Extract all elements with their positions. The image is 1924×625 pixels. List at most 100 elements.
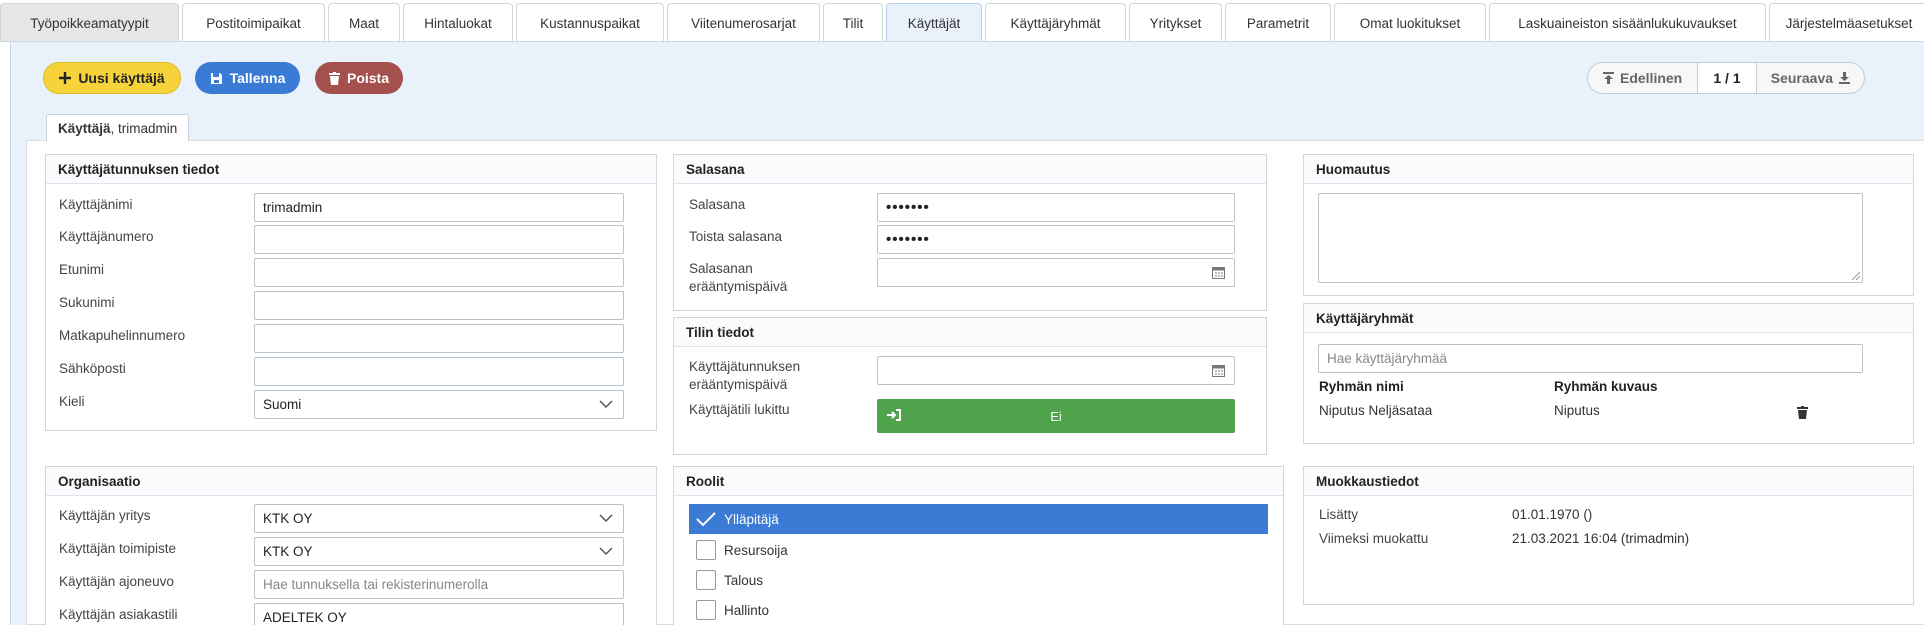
tab-tyopoikkeamatyypit[interactable]: Työpoikkeamatyypit [0, 3, 179, 41]
tab-jarjestelmaasetukset[interactable]: Järjestelmäasetukset [1769, 3, 1924, 41]
column-header-group-description: Ryhmän kuvaus [1554, 379, 1658, 394]
account-title: Tilin tiedot [674, 318, 1266, 347]
trash-icon [328, 71, 340, 85]
resize-handle-icon[interactable] [1852, 272, 1860, 280]
password-title: Salasana [674, 155, 1266, 184]
record-tab[interactable]: Käyttäjä, trimadmin [46, 114, 190, 142]
vehicle-search-input[interactable]: Hae tunnuksella tai rekisterinumerolla [254, 570, 624, 599]
repeat-password-label: Toista salasana [689, 229, 783, 244]
company-select[interactable]: KTK OY [254, 504, 624, 533]
tab-omat-luokitukset[interactable]: Omat luokitukset [1334, 3, 1486, 41]
tab-yritykset[interactable]: Yritykset [1129, 3, 1222, 41]
account-expiry-date-input[interactable] [877, 356, 1235, 385]
role-checkbox[interactable] [696, 600, 716, 620]
role-item-talous[interactable]: Talous [689, 565, 1268, 595]
main-tab-bar: Työpoikkeamatyypit Postitoimipaikat Maat… [0, 0, 1924, 42]
tab-viitenumerosarjat[interactable]: Viitenumerosarjat [667, 3, 820, 41]
save-button[interactable]: Tallenna [195, 62, 300, 94]
group-row-description: Niputus [1554, 403, 1600, 418]
added-label: Lisätty [1319, 507, 1359, 522]
usernumber-input[interactable] [254, 225, 624, 254]
calendar-icon [1212, 365, 1225, 377]
role-checkbox[interactable] [696, 540, 716, 560]
new-user-label: Uusi käyttäjä [78, 70, 165, 86]
last-modified-value: 21.03.2021 16:04 (trimadmin) [1512, 531, 1690, 546]
lastname-input[interactable] [254, 291, 624, 320]
user-groups-title: Käyttäjäryhmät [1304, 304, 1913, 333]
office-select[interactable]: KTK OY [254, 537, 624, 566]
last-page-icon [1839, 72, 1851, 84]
user-group-search-input[interactable]: Hae käyttäjäryhmää [1318, 344, 1863, 373]
checkmark-icon [696, 512, 716, 527]
tab-maat[interactable]: Maat [328, 3, 400, 41]
tab-kayttajaryhmat[interactable]: Käyttäjäryhmät [985, 3, 1126, 41]
username-input[interactable]: trimadmin [254, 193, 624, 222]
record-entity: Käyttäjä [58, 121, 111, 136]
chevron-down-icon [599, 514, 613, 523]
role-label: Ylläpitäjä [724, 511, 779, 527]
password-label: Salasana [689, 197, 746, 212]
record-name: , trimadmin [110, 121, 178, 136]
lastname-label: Sukunimi [59, 295, 115, 310]
role-label: Hallinto [724, 602, 770, 618]
tab-tilit[interactable]: Tilit [823, 3, 883, 41]
email-label: Sähköposti [59, 361, 126, 376]
page-count: 1 / 1 [1697, 63, 1757, 93]
company-label: Käyttäjän yritys [59, 508, 151, 523]
password-expiry-label: Salasanan erääntymispäivä [689, 261, 788, 294]
chevron-down-icon [599, 547, 613, 556]
password-input[interactable]: ••••••• [877, 193, 1235, 222]
role-checkbox[interactable] [696, 570, 716, 590]
note-textarea[interactable] [1318, 193, 1863, 283]
new-user-button[interactable]: Uusi käyttäjä [43, 62, 181, 94]
repeat-password-input[interactable]: ••••••• [877, 225, 1235, 254]
account-locked-toggle[interactable]: Ei [877, 399, 1235, 433]
plus-icon [59, 72, 72, 84]
tab-kustannuspaikat[interactable]: Kustannuspaikat [516, 3, 664, 41]
language-select[interactable]: Suomi [254, 390, 624, 419]
roles-title: Roolit [674, 467, 1283, 496]
column-header-group-name: Ryhmän nimi [1319, 379, 1404, 394]
user-groups-section: Käyttäjäryhmät [1303, 303, 1914, 444]
tab-postitoimipaikat[interactable]: Postitoimipaikat [182, 3, 325, 41]
account-locked-value: Ei [1050, 408, 1062, 424]
firstname-label: Etunimi [59, 262, 105, 277]
role-label: Talous [724, 572, 764, 588]
first-page-icon [1602, 72, 1614, 84]
chevron-down-icon [599, 400, 613, 409]
delete-button[interactable]: Poista [315, 62, 403, 94]
next-label: Seuraava [1770, 70, 1834, 86]
tab-parametrit[interactable]: Parametrit [1225, 3, 1331, 41]
role-label: Resursoija [724, 542, 788, 558]
account-locked-label: Käyttäjätili lukittu [689, 402, 790, 417]
last-modified-label: Viimeksi muokattu [1319, 531, 1429, 546]
role-item-hallinto[interactable]: Hallinto [689, 595, 1268, 625]
role-item-yllapitaja[interactable]: Ylläpitäjä [689, 504, 1268, 534]
tab-laskuaineiston-sisaanlukukuvaukset[interactable]: Laskuaineiston sisäänlukukuvaukset [1489, 3, 1766, 41]
organization-title: Organisaatio [46, 467, 656, 496]
remove-group-trash-icon[interactable] [1797, 406, 1808, 419]
record-pager: Edellinen 1 / 1 Seuraava [1587, 62, 1865, 94]
previous-label: Edellinen [1619, 70, 1683, 86]
calendar-icon [1212, 267, 1225, 279]
sign-in-icon [887, 409, 901, 421]
next-button[interactable]: Seuraava [1757, 63, 1864, 93]
added-value: 01.01.1970 () [1512, 507, 1593, 522]
previous-button[interactable]: Edellinen [1588, 63, 1697, 93]
password-expiry-date-input[interactable] [877, 258, 1235, 287]
customer-account-input[interactable]: ADELTEK OY [254, 603, 624, 625]
account-info-title: Käyttäjätunnuksen tiedot [46, 155, 656, 184]
office-label: Käyttäjän toimipiste [59, 541, 177, 556]
role-item-resursoija[interactable]: Resursoija [689, 535, 1268, 565]
group-row-name: Niputus Neljäsataa [1319, 403, 1433, 418]
vehicle-label: Käyttäjän ajoneuvo [59, 574, 174, 589]
mobile-label: Matkapuhelinnumero [59, 328, 186, 343]
tab-kayttajat[interactable]: Käyttäjät [886, 3, 982, 41]
firstname-input[interactable] [254, 258, 624, 287]
company-value: KTK OY [263, 511, 313, 526]
usernumber-label: Käyttäjänumero [59, 229, 154, 244]
mobile-input[interactable] [254, 324, 624, 353]
email-input[interactable] [254, 357, 624, 386]
modification-info-title: Muokkaustiedot [1304, 467, 1913, 496]
tab-hintaluokat[interactable]: Hintaluokat [403, 3, 513, 41]
